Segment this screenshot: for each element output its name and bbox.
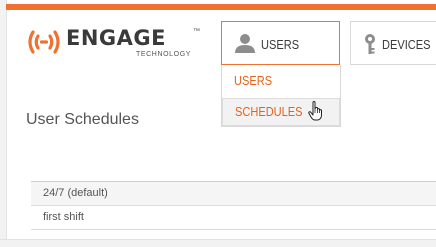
hand-pointer-cursor-icon (308, 101, 324, 126)
signal-waves-icon (26, 29, 62, 60)
users-dropdown-menu: USERS SCHEDULES (221, 65, 341, 127)
logo-trademark: ™ (193, 28, 200, 35)
key-icon (363, 33, 377, 60)
header-accent-bar (6, 4, 436, 10)
user-icon (234, 32, 256, 59)
app-window: ENGAGE ™ TECHNOLOGY USERS DEVICES USERS … (0, 0, 436, 247)
schedule-name-cell: 24/7 (default) (43, 187, 108, 199)
nav-tab-devices[interactable]: DEVICES (350, 21, 436, 65)
table-row[interactable]: first shift (31, 206, 436, 230)
dropdown-item-schedules[interactable]: SCHEDULES (222, 98, 340, 126)
logo-wordmark: ENGAGE (66, 26, 166, 50)
page-title: User Schedules (26, 111, 139, 128)
dropdown-item-users[interactable]: USERS (222, 67, 340, 95)
nav-devices-label: DEVICES (382, 37, 431, 52)
table-row[interactable]: 24/7 (default) (31, 182, 436, 206)
window-edge-bottom (0, 239, 436, 247)
nav-tab-users[interactable]: USERS (221, 21, 340, 65)
logo-subtitle: TECHNOLOGY (136, 51, 192, 58)
nav-users-label: USERS (261, 37, 300, 52)
dropdown-item-label: SCHEDULES (235, 104, 303, 119)
schedules-table: 24/7 (default) first shift (31, 181, 436, 239)
schedule-name-cell: first shift (43, 211, 84, 223)
window-edge-left (0, 0, 7, 247)
dropdown-item-label: USERS (234, 73, 273, 88)
engage-logo[interactable]: ENGAGE ™ TECHNOLOGY (26, 26, 216, 64)
